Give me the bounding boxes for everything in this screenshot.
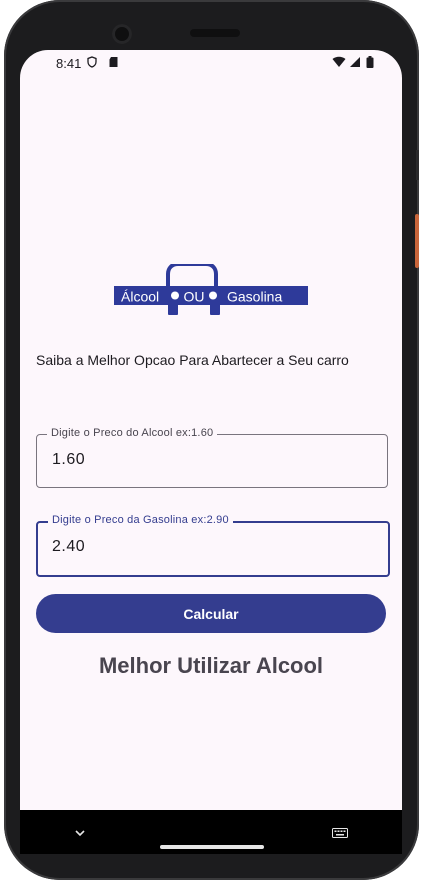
gasolina-price-input[interactable] <box>52 538 352 556</box>
shield-icon <box>86 56 98 71</box>
status-time: 8:41 <box>56 56 82 71</box>
status-bar: 8:41 <box>20 50 402 76</box>
home-gesture-bar[interactable] <box>160 845 264 849</box>
gasolina-price-field[interactable]: Digite o Preco da Gasolina ex:2.90 <box>36 514 390 577</box>
logo-ou-text: OU <box>184 289 205 305</box>
wifi-icon <box>332 56 346 71</box>
keyboard-icon[interactable] <box>332 825 348 838</box>
result-text: Melhor Utilizar Alcool <box>98 653 324 678</box>
logo-gasolina-text: Gasolina <box>227 289 282 305</box>
app-logo: Álcool OU Gasolina <box>114 262 308 316</box>
calcular-button[interactable]: Calcular <box>36 594 386 633</box>
front-camera <box>112 24 132 44</box>
navigation-bar <box>20 810 402 854</box>
app-screen: 8:41 Álcool OU Gasolina Saiba a Melhor O… <box>20 50 402 830</box>
alcool-price-input[interactable] <box>52 451 352 469</box>
alcool-price-label: Digite o Preco do Alcool ex:1.60 <box>47 427 218 439</box>
logo-alcool-text: Álcool <box>121 289 159 305</box>
subtitle-text: Saiba a Melhor Opcao Para Abartecer a Se… <box>36 352 349 368</box>
sd-card-icon <box>108 56 119 71</box>
battery-icon <box>366 56 374 71</box>
earpiece-speaker <box>190 29 240 37</box>
power-button <box>415 214 419 268</box>
alcool-price-field[interactable]: Digite o Preco do Alcool ex:1.60 <box>36 427 388 488</box>
gasolina-price-label: Digite o Preco da Gasolina ex:2.90 <box>48 514 233 526</box>
chevron-down-icon[interactable] <box>75 824 85 840</box>
signal-icon <box>349 56 361 71</box>
volume-button <box>416 150 419 180</box>
